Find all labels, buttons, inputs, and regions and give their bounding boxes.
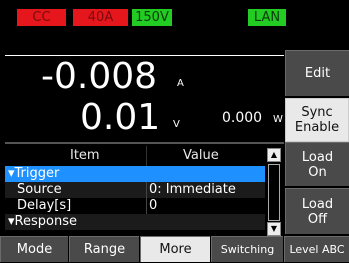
load-off-button[interactable]: Load Off: [285, 188, 349, 234]
level-abc-button[interactable]: Level ABC: [284, 236, 349, 262]
column-divider: [146, 182, 147, 198]
row-item: ▾Trigger: [8, 166, 60, 181]
power-reading: 0.000: [222, 110, 263, 126]
scroll-up-icon[interactable]: ▲: [267, 148, 281, 162]
table-header: Item Value: [5, 146, 265, 166]
table-row-trigger[interactable]: ▾Trigger: [5, 166, 265, 182]
load-off-label-line1: Load: [301, 196, 334, 212]
row-item: Source: [17, 182, 62, 197]
scroll-track[interactable]: [268, 164, 280, 221]
mode-button[interactable]: Mode: [0, 236, 68, 262]
column-header-value: Value: [183, 148, 219, 163]
edit-button[interactable]: Edit: [285, 50, 349, 96]
table-row-source[interactable]: Source 0: Immediate: [5, 182, 265, 198]
sync-label-line1: Sync: [301, 105, 333, 120]
load-on-label-line1: Load: [301, 149, 334, 165]
switching-button[interactable]: Switching: [211, 236, 283, 262]
current-unit: A: [177, 78, 184, 89]
settings-table: Item Value ▾Trigger Source 0: Immediate …: [5, 142, 284, 236]
current-range-badge: 40A: [73, 9, 128, 26]
table-scrollbar[interactable]: ▲ ▼: [266, 146, 282, 236]
header-divider: [146, 146, 147, 166]
load-on-label-line2: On: [308, 164, 327, 180]
instrument-screen: CC 40A 150V LAN -0.008 A 0.01 V 0.000 W …: [0, 0, 349, 262]
column-divider: [146, 198, 147, 214]
voltage-range-badge: 150V: [132, 9, 172, 26]
column-header-item: Item: [70, 148, 100, 163]
mode-badge: CC: [17, 9, 66, 26]
sync-enable-button[interactable]: Sync Enable: [285, 98, 349, 142]
range-button[interactable]: Range: [69, 236, 139, 262]
row-value: 0: Immediate: [149, 182, 236, 197]
measurement-panel: -0.008 A 0.01 V 0.000 W: [5, 55, 284, 143]
load-off-label-line2: Off: [307, 211, 328, 227]
lan-badge: LAN: [248, 9, 286, 26]
voltage-reading: 0.01: [80, 97, 161, 138]
edit-button-label: Edit: [304, 66, 331, 81]
status-bar: CC 40A 150V LAN: [0, 0, 349, 38]
table-row-delay[interactable]: Delay[s] 0: [5, 198, 265, 214]
more-button[interactable]: More: [140, 236, 210, 262]
voltage-unit: V: [173, 119, 180, 130]
row-item: Delay[s]: [17, 198, 72, 213]
scroll-thumb[interactable]: [269, 167, 279, 197]
load-on-button[interactable]: Load On: [285, 142, 349, 186]
scroll-down-icon[interactable]: ▼: [267, 222, 281, 236]
table-row-response[interactable]: ▾Response: [5, 214, 265, 230]
power-unit: W: [273, 114, 283, 125]
sync-label-line2: Enable: [294, 120, 340, 135]
row-item: ▾Response: [8, 214, 77, 229]
row-value: 0: [149, 198, 158, 213]
current-reading: -0.008: [41, 56, 158, 97]
